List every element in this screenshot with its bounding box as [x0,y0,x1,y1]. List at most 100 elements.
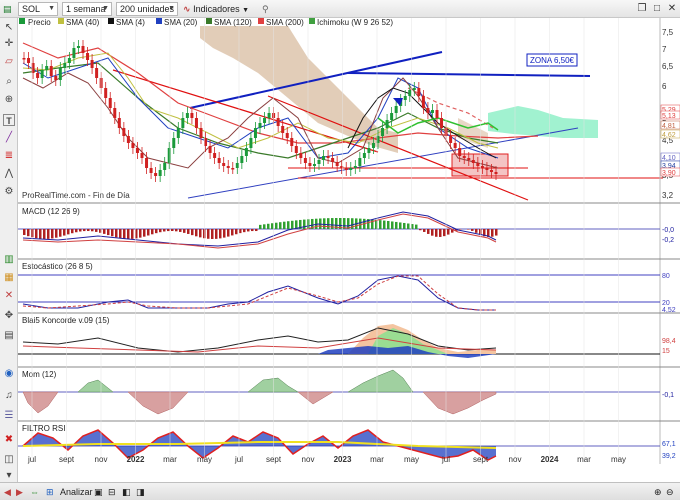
macd-bar [75,229,78,233]
macd-bar [443,229,446,237]
macd-bar [47,229,50,239]
cursor-icon[interactable]: ↖ [3,22,15,34]
restore-icon[interactable]: ❐ [636,2,648,15]
settings-icon[interactable]: ⚙ [3,186,15,198]
bell-icon[interactable]: ♫ [3,390,15,402]
momentum-neg-4 [422,391,497,415]
stochastic-panel[interactable]: Estocástico (26 8 5) [18,258,680,311]
indicators-button[interactable]: ∿ Indicadores ▼ [183,2,249,16]
candle-body [199,128,203,138]
scroll-left-icon[interactable]: ◀ [4,485,11,499]
candle-body [145,158,149,168]
macd-bar [251,229,254,232]
macd-bar [231,229,234,236]
candle-body [489,170,493,172]
momentum-panel[interactable]: Mom (12) [18,366,680,415]
koncorde-label: Blai5 Koncorde v.09 (15) [22,316,110,325]
bottom-tool-4-icon[interactable]: ◨ [136,485,145,499]
price-tick-label: 6,5 [662,62,674,71]
cross-tool-icon[interactable]: ✕ [3,290,15,302]
scroll-right-icon[interactable]: ▶ [16,485,23,499]
macd-bar [327,218,330,229]
text-icon[interactable]: T [3,114,15,126]
legend-ichimoku-swatch [309,18,315,24]
macd-bar [131,229,134,239]
units-select[interactable]: 200 unidades ▼ [116,2,178,16]
candle-body [140,153,144,158]
charts-area[interactable]: ZONA 6,50€ Precio SMA (40) SMA (4) SMA (… [18,18,680,464]
units-value: 200 unidades [120,4,175,14]
koncorde-panel[interactable]: Blai5 Koncorde v.09 (15) [18,312,680,358]
fit-icon[interactable]: ⇔ [30,485,39,499]
fibonacci-icon[interactable]: ≣ [3,150,15,162]
histogram-icon[interactable]: ▦ [3,272,15,284]
candle-body [403,96,407,100]
candle-body [335,162,339,166]
channel-icon[interactable]: ⋀ [3,168,15,180]
macd-bar [67,229,70,235]
bottom-tool-3-icon[interactable]: ◧ [122,485,131,499]
line-tool-icon[interactable]: ╱ [3,132,15,144]
trading-app: ▤ SOL ▼ 1 semana ▼ 200 unidades ▼ ∿ Indi… [0,0,680,500]
price-panel[interactable]: ZONA 6,50€ Precio SMA (40) SMA (4) SMA (… [18,18,680,202]
chart-icon[interactable]: ▤ [3,2,15,16]
maximize-icon[interactable]: □ [651,2,663,15]
analyze-icon[interactable]: ⊞ [46,485,54,499]
macd-bar [255,229,258,232]
list-icon[interactable]: ☰ [3,410,15,422]
close-icon[interactable]: ✕ [666,2,678,15]
chevron-down-icon: ▼ [242,7,250,14]
period-select[interactable]: 1 semana ▼ [62,2,112,16]
candle-body [90,60,94,68]
layers-icon[interactable]: ◫ [3,454,15,466]
macd-bar [275,222,278,229]
candle-body [217,158,221,163]
candle-body [317,160,321,164]
bottom-tool-2-icon[interactable]: ⊟ [108,485,116,499]
macd-bar [383,220,386,229]
candle-body [367,148,371,153]
candle-body [222,163,226,166]
more-tools-icon[interactable]: ▾ [3,470,15,482]
period-value: 1 semana [66,4,106,14]
time-tick-label: sept [59,455,75,464]
charts-svg[interactable]: ZONA 6,50€ Precio SMA (40) SMA (4) SMA (… [18,18,680,464]
momentum-pos-1 [77,379,114,393]
crosshair-icon[interactable]: ✛ [3,38,15,50]
candle-body [117,118,121,128]
alert-icon[interactable]: ◉ [3,368,15,380]
candle-body [326,156,330,158]
candle-body [453,143,457,148]
table-icon[interactable]: ▤ [3,330,15,342]
symbol-value: SOL [22,4,41,14]
move-icon[interactable]: ✥ [3,310,15,322]
candle-body [122,128,126,136]
momentum-label: Mom (12) [22,370,57,379]
macd-bar [27,229,30,237]
trash-icon[interactable]: ✖ [3,434,15,446]
bottom-tool-1-icon[interactable]: ▣ [94,485,103,499]
symbol-select[interactable]: SOL ▼ [18,2,58,16]
koncorde-axis-value: 98,4 [662,338,676,345]
zoom-icon[interactable]: ⌕ [3,76,15,88]
zoom-in-icon[interactable]: ⊕ [654,485,662,499]
candle-body [390,113,394,120]
analyze-button[interactable]: Analizar [60,485,93,499]
macd-bar [227,229,230,237]
macd-bar [63,229,66,236]
zoom-out-icon[interactable]: ⊖ [666,485,674,499]
candle-body [358,158,362,166]
magnifier-icon[interactable]: ⊕ [3,94,15,106]
eraser-icon[interactable]: ▱ [3,56,15,68]
candle-body [213,153,217,158]
candle-body [181,118,185,128]
price-marker-label: 5,13 [662,113,676,120]
pin-icon[interactable]: ⚲ [262,2,269,16]
macd-bar [191,229,194,236]
bars-icon[interactable]: ▥ [3,254,15,266]
time-tick-label: may [404,455,419,464]
candle-body [86,53,90,60]
candle-body [299,153,303,158]
macd-bar [303,219,306,229]
macd-panel[interactable]: MACD (12 26 9) [18,202,680,249]
